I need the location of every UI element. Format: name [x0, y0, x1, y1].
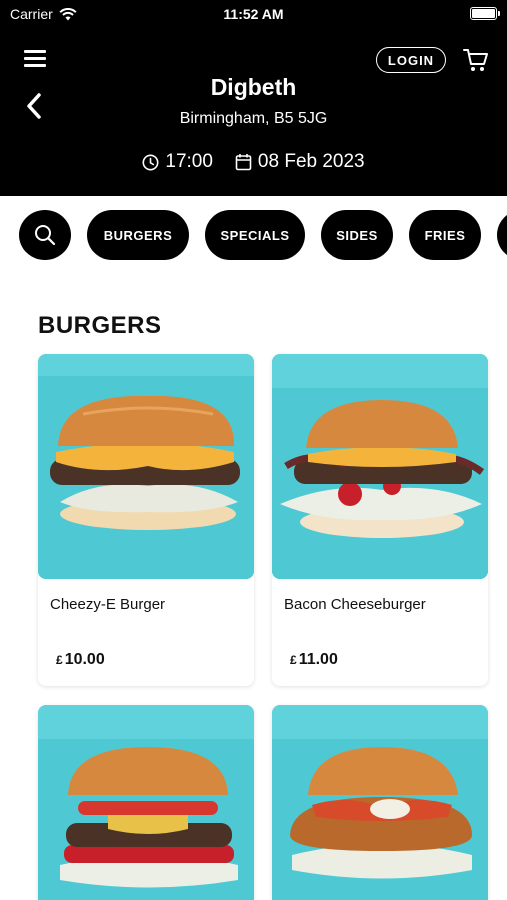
order-time-label: 17:00 — [165, 151, 213, 172]
currency-symbol: £ — [290, 653, 297, 667]
search-icon — [35, 225, 56, 246]
product-price: £10.00 — [56, 651, 105, 669]
status-time: 11:52 AM — [223, 6, 284, 22]
clock-icon — [142, 154, 159, 170]
battery-icon — [470, 7, 500, 20]
product-card[interactable]: Cheezy-E Burger £10.00 — [38, 354, 254, 686]
status-bar: Carrier 11:52 AM — [0, 0, 507, 28]
store-name: Digbeth — [210, 74, 297, 100]
product-photo — [38, 354, 254, 579]
product-photo — [272, 354, 488, 579]
product-name: Bacon Cheeseburger — [284, 596, 426, 613]
order-time[interactable]: 17:00 — [142, 151, 213, 173]
search-button[interactable] — [19, 210, 71, 260]
cart-icon[interactable] — [462, 47, 490, 73]
hamburger-menu-icon[interactable] — [24, 50, 46, 68]
product-photo — [272, 705, 488, 900]
product-card[interactable]: Bacon Cheeseburger £11.00 — [272, 354, 488, 686]
price-value: 11.00 — [298, 651, 338, 668]
category-chip-sides[interactable]: SIDES — [321, 210, 393, 260]
product-photo — [38, 705, 254, 900]
category-chip-fries[interactable]: FRIES — [409, 210, 481, 260]
product-card[interactable] — [272, 705, 488, 900]
currency-symbol: £ — [56, 653, 63, 667]
category-chip-next[interactable] — [497, 210, 507, 260]
category-bar: BURGERS SPECIALS SIDES FRIES — [0, 196, 507, 274]
section-title: BURGERS — [38, 312, 162, 339]
order-date-label: 08 Feb 2023 — [257, 151, 365, 172]
store-address: Birmingham, B5 5JG — [179, 110, 328, 127]
price-value: 10.00 — [64, 651, 105, 668]
category-chip-specials[interactable]: SPECIALS — [205, 210, 305, 260]
product-card[interactable] — [38, 705, 254, 900]
calendar-icon — [235, 154, 252, 171]
order-datetime[interactable]: 17:00 08 Feb 2023 — [0, 151, 507, 173]
category-chip-burgers[interactable]: BURGERS — [87, 210, 189, 260]
product-price: £11.00 — [290, 651, 338, 669]
login-button[interactable]: LOGIN — [376, 47, 446, 73]
product-name: Cheezy-E Burger — [50, 596, 166, 613]
store-header: LOGIN Digbeth Birmingham, B5 5JG 17:00 0… — [0, 28, 507, 196]
order-date[interactable]: 08 Feb 2023 — [235, 151, 365, 173]
